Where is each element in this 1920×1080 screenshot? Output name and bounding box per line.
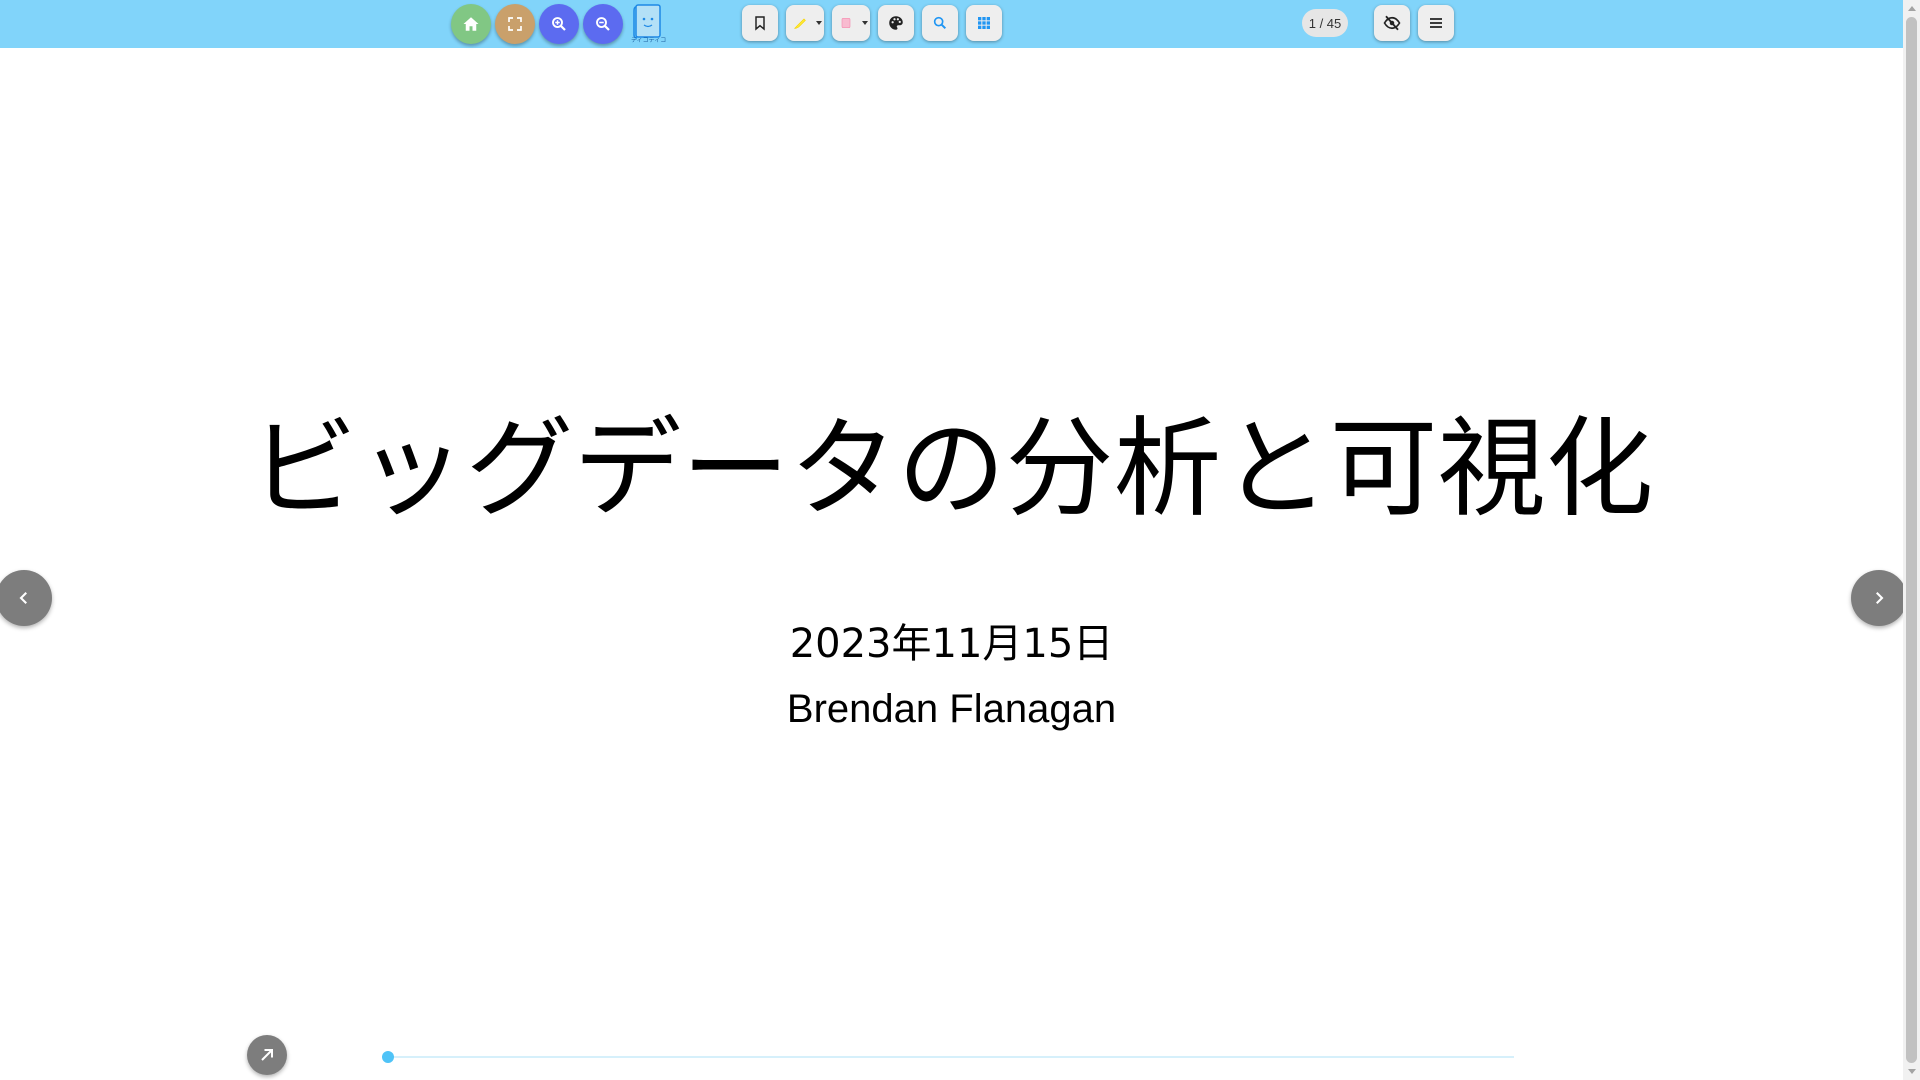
fullscreen-button[interactable] [495,4,535,44]
scrollbar-thumb[interactable] [1906,17,1917,1063]
eraser-main[interactable] [832,5,860,41]
app-logo[interactable]: ティコティコ [631,3,667,45]
chevron-right-icon [1876,592,1884,604]
scroll-down-icon[interactable] [1908,1069,1916,1074]
slide-title: ビッグデータの分析と可視化 [249,407,1654,532]
chevron-down-icon[interactable] [862,21,868,25]
grid-icon [978,17,990,29]
next-page-button[interactable] [1851,570,1907,626]
fullscreen-icon [508,17,522,31]
zoom-in-icon [552,17,566,31]
highlighter-main[interactable] [786,5,814,41]
scroll-up-icon[interactable] [1908,6,1916,11]
eye-off-icon [1383,15,1401,31]
page-progress-slider[interactable] [382,1051,1514,1063]
menu-icon [1430,18,1442,28]
zoom-in-button[interactable] [539,4,579,44]
bookmark-button[interactable] [742,5,778,41]
chevron-left-icon [19,592,27,604]
chevron-down-icon[interactable] [816,21,822,25]
slide-date: 2023年11月15日 [789,621,1114,667]
zoom-out-button[interactable] [583,4,623,44]
home-icon [463,17,479,31]
bookmark-icon [755,16,765,31]
zoom-out-icon [596,17,610,31]
palette-icon [889,16,903,30]
arrow-up-right-icon [261,1049,273,1061]
progress-handle[interactable] [382,1051,394,1063]
palette-button[interactable] [878,5,914,41]
home-button[interactable] [451,4,491,44]
search-button[interactable] [922,5,958,41]
menu-button[interactable] [1418,5,1454,41]
book-logo-icon [633,4,661,39]
expand-button[interactable] [247,1035,287,1075]
search-icon [933,16,947,30]
vertical-scrollbar[interactable] [1903,0,1920,1080]
top-toolbar: ティコティコ 1 / 45 [0,0,1903,48]
highlighter-icon [793,18,806,29]
grid-view-button[interactable] [966,5,1002,41]
logo-caption: ティコティコ [631,37,667,44]
hide-toolbar-button[interactable] [1374,5,1410,41]
slide-author: Brendan Flanagan [786,687,1117,731]
eraser-icon [841,18,851,28]
page-counter: 1 / 45 [1302,9,1348,37]
highlighter-button[interactable] [786,5,824,41]
eraser-button[interactable] [832,5,870,41]
